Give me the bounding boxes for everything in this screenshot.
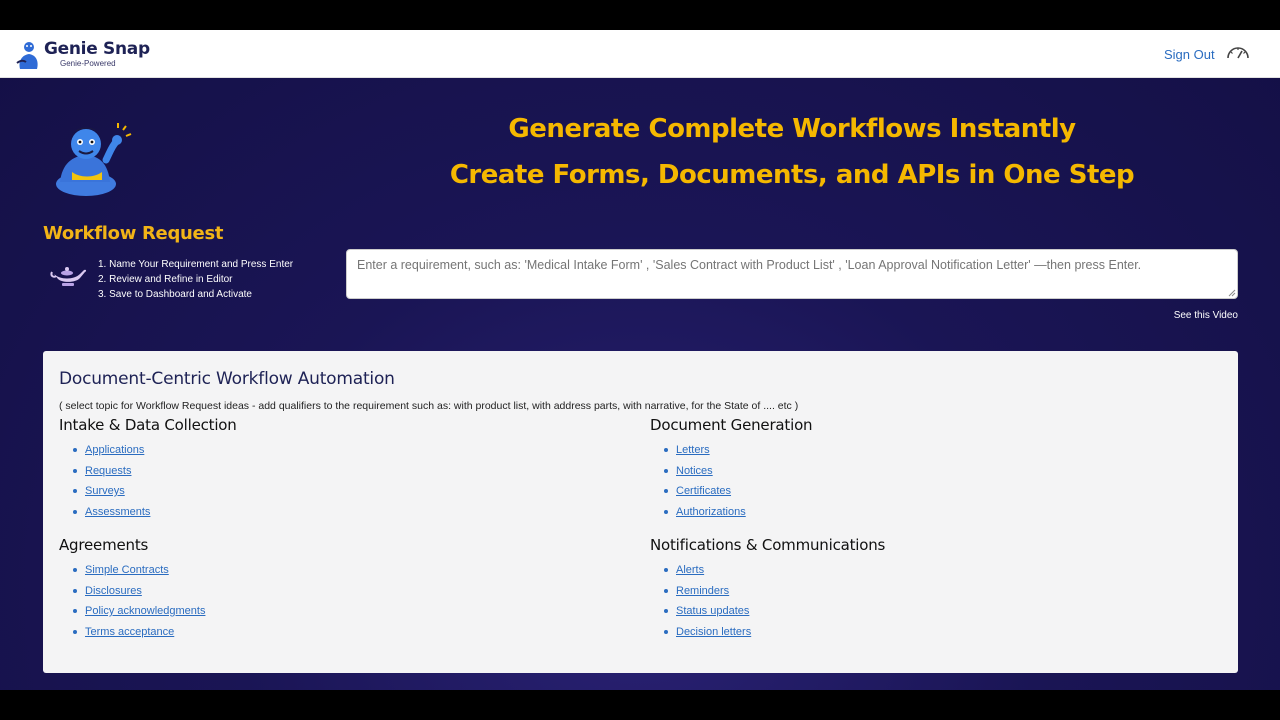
category-intake: Intake & Data Collection Applications Re… — [59, 416, 599, 522]
brand-tagline: Genie-Powered — [60, 59, 116, 68]
requirement-input[interactable] — [346, 249, 1238, 299]
topic-link-decision-letters[interactable]: Decision letters — [676, 622, 751, 643]
topic-link-applications[interactable]: Applications — [85, 440, 144, 461]
category-heading: Document Generation — [650, 416, 813, 434]
hero-subheadline: Create Forms, Documents, and APIs in One… — [449, 160, 1135, 190]
see-video-link[interactable]: See this Video — [1174, 310, 1238, 321]
genie-logo-icon — [16, 42, 38, 69]
topic-link-policy-acknowledgments[interactable]: Policy acknowledgments — [85, 601, 205, 622]
topic-link-letters[interactable]: Letters — [676, 440, 710, 461]
resize-handle-icon[interactable] — [1228, 289, 1236, 297]
topic-link-certificates[interactable]: Certificates — [676, 481, 731, 502]
list-item: Decision letters — [664, 622, 1190, 643]
category-heading: Notifications & Communications — [650, 536, 886, 554]
list-item: Letters — [664, 440, 1190, 461]
topic-link-requests[interactable]: Requests — [85, 461, 131, 482]
topics-title: Document-Centric Workflow Automation — [59, 369, 395, 389]
hero-headline: Generate Complete Workflows Instantly — [508, 114, 1076, 144]
list-item: Certificates — [664, 481, 1190, 502]
topic-link-disclosures[interactable]: Disclosures — [85, 581, 142, 602]
brand-name: Genie Snap — [44, 39, 150, 59]
brand-logo[interactable]: Genie Snap Genie-Powered — [14, 39, 150, 71]
category-heading: Agreements — [59, 536, 149, 554]
topic-link-notices[interactable]: Notices — [676, 461, 713, 482]
list-item: Alerts — [664, 560, 1190, 581]
step-1: 1. Name Your Requirement and Press Enter — [98, 259, 294, 270]
topic-link-status-updates[interactable]: Status updates — [676, 601, 749, 622]
list-item: Reminders — [664, 581, 1190, 602]
list-item: Notices — [664, 461, 1190, 482]
topic-link-simple-contracts[interactable]: Simple Contracts — [85, 560, 169, 581]
workflow-steps: 1. Name Your Requirement and Press Enter… — [98, 257, 293, 302]
category-agreements: Agreements Simple Contracts Disclosures … — [59, 536, 599, 642]
list-item: Authorizations — [664, 502, 1190, 523]
gauge-icon[interactable] — [1226, 44, 1250, 60]
topics-card: Document-Centric Workflow Automation ( s… — [43, 351, 1238, 673]
topic-link-surveys[interactable]: Surveys — [85, 481, 125, 502]
category-heading: Intake & Data Collection — [59, 416, 237, 434]
lamp-icon — [50, 267, 87, 286]
topics-hint: ( select topic for Workflow Request idea… — [59, 400, 799, 412]
topic-link-alerts[interactable]: Alerts — [676, 560, 704, 581]
workflow-request-title: Workflow Request — [43, 223, 224, 244]
list-item: Applications — [73, 440, 599, 461]
sign-out-link[interactable]: Sign Out — [1164, 47, 1215, 62]
topic-link-reminders[interactable]: Reminders — [676, 581, 729, 602]
list-item: Assessments — [73, 502, 599, 523]
list-item: Policy acknowledgments — [73, 601, 599, 622]
step-2: 2. Review and Refine in Editor — [98, 274, 233, 285]
category-document-generation: Document Generation Letters Notices Cert… — [650, 416, 1190, 522]
list-item: Simple Contracts — [73, 560, 599, 581]
step-3: 3. Save to Dashboard and Activate — [98, 289, 252, 300]
topic-link-terms-acceptance[interactable]: Terms acceptance — [85, 622, 174, 643]
list-item: Terms acceptance — [73, 622, 599, 643]
topic-link-authorizations[interactable]: Authorizations — [676, 502, 746, 523]
genie-mascot — [56, 123, 132, 196]
list-item: Disclosures — [73, 581, 599, 602]
topic-link-assessments[interactable]: Assessments — [85, 502, 150, 523]
category-notifications: Notifications & Communications Alerts Re… — [650, 536, 1190, 642]
app-frame: Genie Snap Genie-Powered Sign Out Genera… — [0, 30, 1280, 690]
list-item: Status updates — [664, 601, 1190, 622]
list-item: Requests — [73, 461, 599, 482]
list-item: Surveys — [73, 481, 599, 502]
top-navbar: Genie Snap Genie-Powered Sign Out — [0, 30, 1280, 78]
